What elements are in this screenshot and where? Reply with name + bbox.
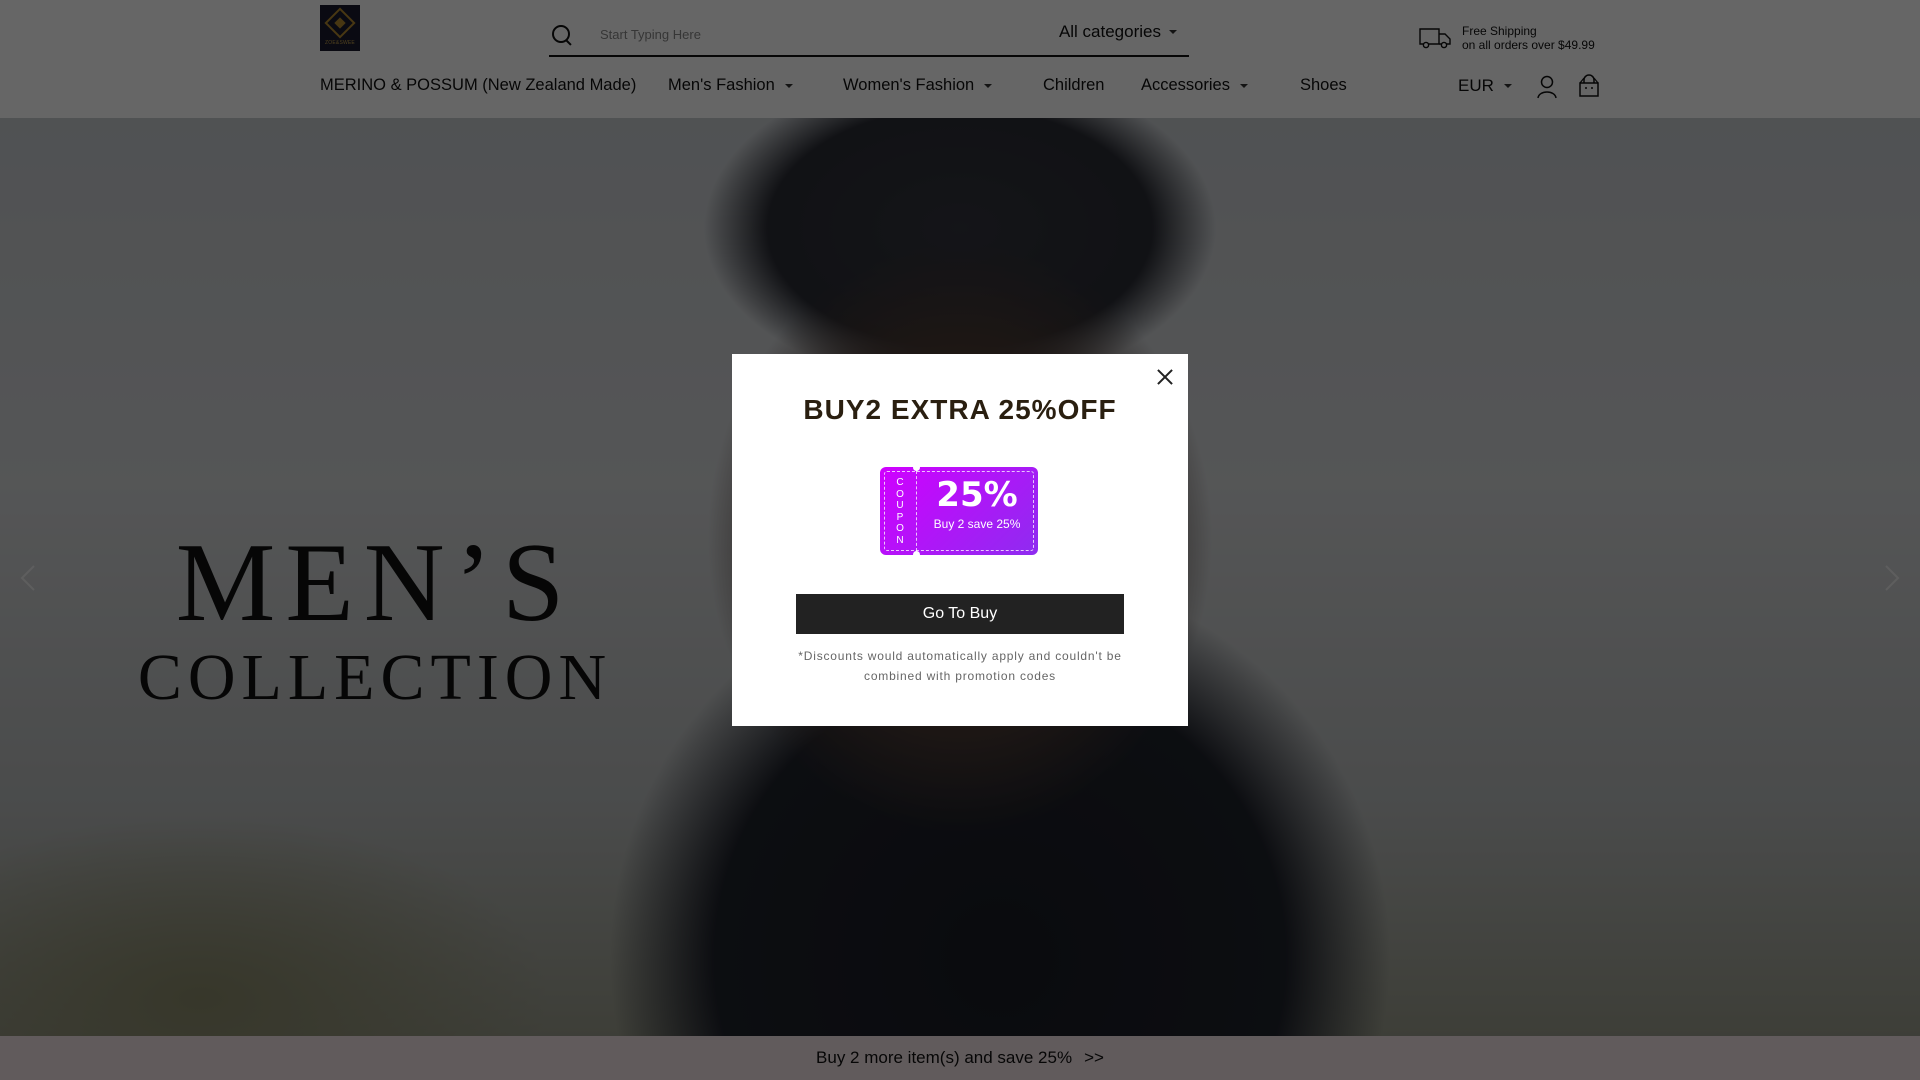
go-to-buy-button[interactable]: Go To Buy	[796, 594, 1124, 634]
coupon-notch	[913, 551, 920, 558]
coupon-letter: C	[896, 477, 904, 488]
coupon-percent: 25%	[936, 475, 1018, 515]
coupon-card: C O U P O N 25% Buy 2 save 25%	[880, 464, 1038, 558]
close-icon[interactable]	[1154, 366, 1176, 388]
coupon-letter: P	[896, 511, 904, 523]
coupon-side-label: C O U P O N	[890, 477, 910, 546]
coupon-letter: U	[896, 500, 904, 511]
coupon-letter: O	[896, 523, 904, 534]
promo-modal: BUY2 EXTRA 25%OFF C O U P O N 25% Buy 2 …	[732, 354, 1188, 726]
coupon-notch	[913, 464, 920, 471]
coupon-subtitle: Buy 2 save 25%	[933, 517, 1021, 531]
modal-title: BUY2 EXTRA 25%OFF	[803, 394, 1117, 425]
coupon-letter: O	[896, 488, 904, 500]
discount-disclaimer: *Discounts would automatically apply and…	[798, 649, 1122, 683]
coupon-letter: N	[896, 534, 904, 546]
